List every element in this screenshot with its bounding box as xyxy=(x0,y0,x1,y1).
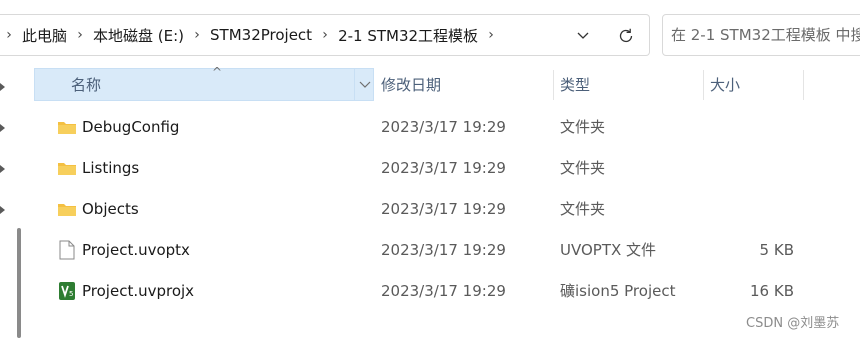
file-date: 2023/3/17 19:29 xyxy=(381,117,506,136)
file-size xyxy=(684,188,794,229)
file-size: 5 KB xyxy=(759,240,794,259)
file-type: UVOPTX 文件 xyxy=(560,241,657,259)
refresh-button[interactable] xyxy=(613,24,639,48)
file-size xyxy=(684,106,794,147)
file-type: 文件夹 xyxy=(560,159,606,177)
file-name: Project.uvoptx xyxy=(82,240,190,259)
file-date: 2023/3/17 19:29 xyxy=(381,158,506,177)
nav-scrollbar-thumb[interactable] xyxy=(17,228,21,338)
column-header-size[interactable]: 大小 xyxy=(702,68,802,101)
chevron-right-icon[interactable]: › xyxy=(71,27,89,43)
chevron-right-icon[interactable]: › xyxy=(482,27,500,43)
column-divider[interactable] xyxy=(803,70,804,100)
breadcrumb-item[interactable]: 2-1 STM32工程模板 xyxy=(334,25,482,46)
navigation-pane xyxy=(0,66,30,338)
chevron-down-icon xyxy=(359,81,370,88)
column-header-name[interactable]: 名称 xyxy=(34,68,374,101)
watermark: CSDN @刘墨苏 xyxy=(746,316,840,331)
file-type: 文件夹 xyxy=(560,200,606,218)
folder-icon xyxy=(56,188,78,229)
file-date: 2023/3/17 19:29 xyxy=(381,281,506,300)
expand-arrow-icon[interactable] xyxy=(0,123,6,133)
file-type: 文件夹 xyxy=(560,118,606,136)
file-row[interactable]: DebugConfig 2023/3/17 19:29 文件夹 xyxy=(34,106,860,147)
file-row[interactable]: Listings 2023/3/17 19:29 文件夹 xyxy=(34,147,860,188)
svg-text:5: 5 xyxy=(69,290,73,298)
breadcrumb-item[interactable]: 本地磁盘 (E:) xyxy=(89,25,188,46)
file-size: 16 KB xyxy=(750,281,794,300)
file-row[interactable]: Objects 2023/3/17 19:29 文件夹 xyxy=(34,188,860,229)
folder-icon xyxy=(56,147,78,188)
folder-icon xyxy=(56,106,78,147)
file-name: Listings xyxy=(82,158,140,177)
column-filter-dropdown[interactable] xyxy=(354,68,374,101)
column-header-type[interactable]: 类型 xyxy=(552,68,704,101)
column-header: 名称 ^ 修改日期 类型 大小 xyxy=(34,65,860,101)
column-header-date[interactable]: 修改日期 xyxy=(373,68,553,101)
address-history-dropdown[interactable] xyxy=(570,24,596,48)
file-icon xyxy=(56,229,78,270)
column-label: 类型 xyxy=(560,76,591,94)
expand-arrow-icon[interactable] xyxy=(0,82,6,92)
expand-arrow-icon[interactable] xyxy=(0,164,6,174)
file-size xyxy=(684,147,794,188)
refresh-icon xyxy=(619,28,633,43)
file-date: 2023/3/17 19:29 xyxy=(381,240,506,259)
file-name: Project.uvprojx xyxy=(82,281,195,300)
file-name: DebugConfig xyxy=(82,117,180,136)
file-name: Objects xyxy=(82,199,139,218)
expand-arrow-icon[interactable] xyxy=(0,205,6,215)
chevron-right-icon[interactable]: › xyxy=(0,27,18,43)
file-type: 礦ision5 Project xyxy=(560,282,676,300)
column-label: 修改日期 xyxy=(381,76,442,94)
chevron-right-icon[interactable]: › xyxy=(188,27,206,43)
search-input[interactable] xyxy=(671,24,860,46)
chevron-down-icon xyxy=(577,32,589,39)
column-label: 大小 xyxy=(710,76,741,94)
file-row[interactable]: 5 Project.uvprojx 2023/3/17 19:29 礦ision… xyxy=(34,270,860,311)
file-row[interactable]: Project.uvoptx 2023/3/17 19:29 UVOPTX 文件… xyxy=(34,229,860,270)
breadcrumb-item[interactable]: STM32Project xyxy=(206,26,316,44)
keil-uvision-icon: 5 xyxy=(56,270,78,311)
search-box[interactable] xyxy=(662,14,860,56)
file-date: 2023/3/17 19:29 xyxy=(381,199,506,218)
breadcrumb-item[interactable]: 此电脑 xyxy=(18,25,71,46)
breadcrumb: › 此电脑 › 本地磁盘 (E:) › STM32Project › 2-1 S… xyxy=(0,15,500,55)
sort-ascending-icon: ^ xyxy=(212,65,223,79)
address-bar[interactable]: › 此电脑 › 本地磁盘 (E:) › STM32Project › 2-1 S… xyxy=(0,14,650,56)
chevron-right-icon[interactable]: › xyxy=(316,27,334,43)
column-label: 名称 xyxy=(71,76,102,94)
